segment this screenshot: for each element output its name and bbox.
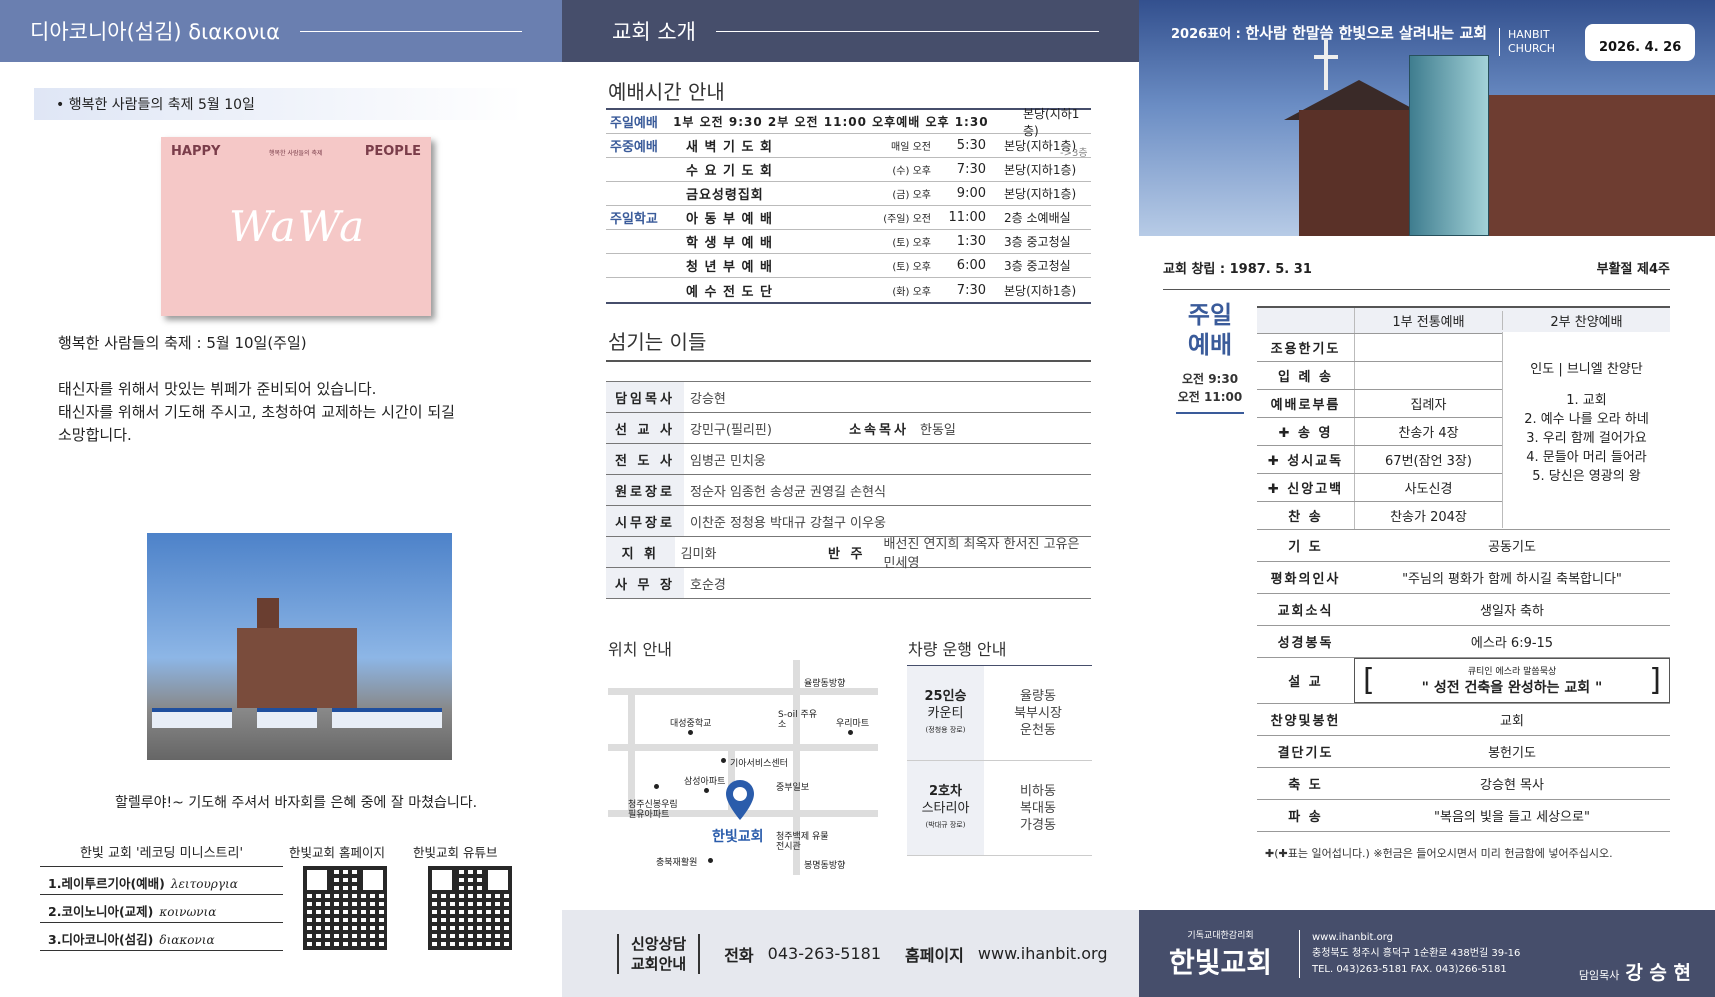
homepage-qr-label: 한빛교회 홈페이지 [289,845,385,860]
card-small: 행복한 사람들의 축제 [269,150,323,157]
tel-number[interactable]: 043-263-5181 [768,944,881,963]
intro-title: 교회 소개 [612,20,696,44]
location-map[interactable]: 율량동방향 대성중학교 S-oil 주유소 우리마트 기아서비스센터 삼성아파트… [608,660,878,880]
recording-ministry: 한빛 교회 '레코딩 미니스트리' 1.레이투르기아(예배) λειτουργια… [40,842,283,951]
worship-row: 금요성령집회 (금) 오후 9:00 본당(지하1층) [606,182,1091,206]
staff-row: 지 휘 김미화 반 주 배선진 연지희 최옥자 한서진 고유은 민세영 [606,537,1091,571]
sermon-row: 설 교[큐티인 에스라 말씀묵상 " 성전 건축을 완성하는 교회 "] [1257,658,1670,704]
staff-title: 섬기는 이들 [608,330,707,354]
bulletin-page: 디아코니아(섬김) διακονια • 행복한 사람들의 축제 5월 10일 … [0,0,1715,997]
contact-footer: 신앙상담 교회안내 전화 043-263-5181 홈페이지 www.ihanbi… [562,910,1139,997]
order-row: 축 도 강승현 목사 [1257,768,1670,800]
worship-row: 주중예배 새 벽 기 도 회 매일 오전 5:30 본당(지하1층) [606,134,1091,158]
praise-item: 2. 예수 나를 오라 하네 [1524,412,1649,427]
order-row: 기 도 공동기도 [1257,530,1670,562]
praise-item: 4. 문들아 머리 들어라 [1526,450,1647,465]
intro-column: 교회 소개 예배시간 안내 주일예배 1부 오전 9:30 2부 오전 11:00… [562,0,1139,997]
church-footer: 기독교대한감리회 한빛교회 www.ihanbit.org 충청북도 청주시 흥덕구… [1139,910,1715,997]
worship-times-title: 예배시간 안내 [608,80,725,104]
bus-row: 25인승 카운티 (정청용 장로) 율량동 북부시장 운천동 [907,666,1092,761]
standing-note: ✚(✚표는 일어섭니다.) ※헌금은 들어오시면서 미리 헌금함에 넣어주십시오… [1265,847,1613,860]
web-label: 홈페이지 [905,945,964,965]
sunday-worship-label: 주일 예배 오전 9:30 오전 11:00 [1176,300,1244,414]
order-row: 파 송 "복음의 빛을 들고 세상으로" [1257,800,1670,832]
staff-table: 담임목사 강승현 선 교 사 강민구(필리핀) 소속목사 한동일 전 도 사 임병곤 민치웅 원… [606,381,1091,599]
bus-row: 2호차 스타리아 (박대규 장로) 비하동 복대동 가경동 [907,761,1092,856]
bus-title: 차량 운행 안내 [908,640,1007,659]
worship-times-table: 주일예배 1부 오전 9:30 2부 오전 11:00 오후예배 오후 1:30 본… [606,107,1091,304]
order-row: 결단기도 봉헌기도 [1257,736,1670,768]
ministry-item: 1.레이투르기아(예배) λειτουργια [40,867,283,895]
praise-list: 인도 | 브니엘 찬양단 1. 교회 2. 예수 나를 오라 하네 3. 우리 함께 … [1502,332,1670,528]
church-season: 부활절 제4주 [1596,262,1670,277]
founding-date: 교회 창립 : 1987. 5. 31 [1163,262,1312,277]
card-happy: HAPPY [171,144,221,159]
festival-text-1: 태신자를 위해서 맛있는 뷔페가 준비되어 있습니다. [58,380,377,398]
staff-row: 전 도 사 임병곤 민치웅 [606,444,1091,475]
counsel-box: 신앙상담 교회안내 [617,933,701,974]
staff-row: 선 교 사 강민구(필리핀) 소속목사 한동일 [606,413,1091,444]
diakonia-header: 디아코니아(섬김) διακονια [0,0,562,62]
senior-pastor: 담임목사 강 승 현 [1578,962,1691,984]
festival-bullet: • 행복한 사람들의 축제 5월 10일 [34,88,524,120]
bulletin-column: 2026표어 : 한사람 한말씀 한빛으로 살려내는 교회 HANBIT CHUR… [1139,0,1715,997]
ministry-item: 3.디아코니아(섬김) διακονια [40,923,283,951]
intro-header: 교회 소개 [562,0,1139,62]
youtube-qr-label: 한빛교회 유튜브 [413,845,498,860]
order-row: 교회소식 생일자 축하 [1257,594,1670,626]
hanbit-brand: HANBIT CHURCH [1499,28,1555,56]
staff-row: 원로장로 정순자 임종헌 송성균 권영길 손현식 [606,475,1091,506]
festival-date-text: 행복한 사람들의 축제 : 5월 10일(주일) [58,334,307,352]
order-row: 평화의인사 "주님의 평화가 함께 하시길 축복합니다" [1257,562,1670,594]
worship-row: 주일예배 1부 오전 9:30 2부 오전 11:00 오후예배 오후 1:30 본… [606,107,1091,138]
diakonia-column: 디아코니아(섬김) διακονια • 행복한 사람들의 축제 5월 10일 … [0,0,562,997]
tel-label: 전화 [724,945,754,965]
church-info: 교회 창립 : 1987. 5. 31 부활절 제4주 [1163,258,1670,290]
praise-item [1503,379,1670,391]
year-motto: 2026표어 : 한사람 한말씀 한빛으로 살려내는 교회 [1171,24,1488,42]
worship-row: 학 생 부 예 배 (토) 오후 1:30 3층 중고청실 [606,230,1091,254]
bulletin-date: 2026. 4. 26 [1585,24,1696,61]
staff-row: 담임목사 강승현 [606,382,1091,413]
order-header: 1부 전통예배 2부 찬양예배 [1257,308,1670,334]
card-people: PEOPLE [364,144,421,159]
ministry-item: 2.코이노니아(교제) κοινωνια [40,895,283,923]
staff-row: 사 무 장 호순경 [606,568,1091,599]
map-title: 위치 안내 [608,640,672,659]
bazaar-photo [147,533,452,760]
praise-item: 3. 우리 함께 걸어가요 [1526,431,1647,446]
church-pin-icon [726,780,754,820]
sermon-title: [큐티인 에스라 말씀묵상 " 성전 건축을 완성하는 교회 "] [1354,658,1670,703]
hanbit-logo: 기독교대한감리회 한빛교회 [1169,931,1273,979]
worship-row: 주일학교 아 동 부 예 배 (주일) 오전 11:00 2층 소예배실 [606,206,1091,230]
diakonia-title: 디아코니아(섬김) διακονια [30,20,281,44]
praise-item: 1. 교회 [1566,393,1607,408]
worship-row: 청 년 부 예 배 (토) 오후 6:00 3층 중고청실 [606,254,1091,278]
worship-row: 예 수 전 도 단 (화) 오후 7:30 본당(지하1층) [686,282,1077,300]
happy-people-card: HAPPY 행복한 사람들의 축제 PEOPLE WaWa [161,137,431,316]
praise-item: 인도 | 브니엘 찬양단 [1530,362,1643,377]
website-link[interactable]: www.ihanbit.org [978,944,1108,963]
homepage-qr-code[interactable] [303,866,387,950]
worship-row: 수 요 기 도 회 (수) 오후 7:30 본당(지하1층) [606,158,1091,182]
church-address: www.ihanbit.org 충청북도 청주시 흥덕구 1순환로 438번길 3… [1299,930,1520,978]
order-row: 성경봉독 에스라 6:9-15 [1257,626,1670,658]
wawa-logo: WaWa [229,202,367,251]
festival-text-3: 소망합니다. [58,426,132,444]
bus-table: 25인승 카운티 (정청용 장로) 율량동 북부시장 운천동 2호차 스타리아 (박대규 장로… [907,665,1092,856]
festival-text-2: 태신자를 위해서 기도해 주시고, 초청하여 교제하는 시간이 되길 [58,403,455,421]
order-row: 찬양및봉헌 교회 [1257,704,1670,736]
praise-item: 5. 당신은 영광의 왕 [1532,469,1641,484]
youtube-qr-code[interactable] [428,866,512,950]
bazaar-caption: 할렐루야!~ 기도해 주셔서 바자회를 은혜 중에 잘 마쳤습니다. [115,795,478,811]
ministry-title: 한빛 교회 '레코딩 미니스트리' [40,842,283,867]
church-photo: 2026표어 : 한사람 한말씀 한빛으로 살려내는 교회 HANBIT CHUR… [1139,0,1715,236]
side-note: ->3층 [1060,148,1088,159]
